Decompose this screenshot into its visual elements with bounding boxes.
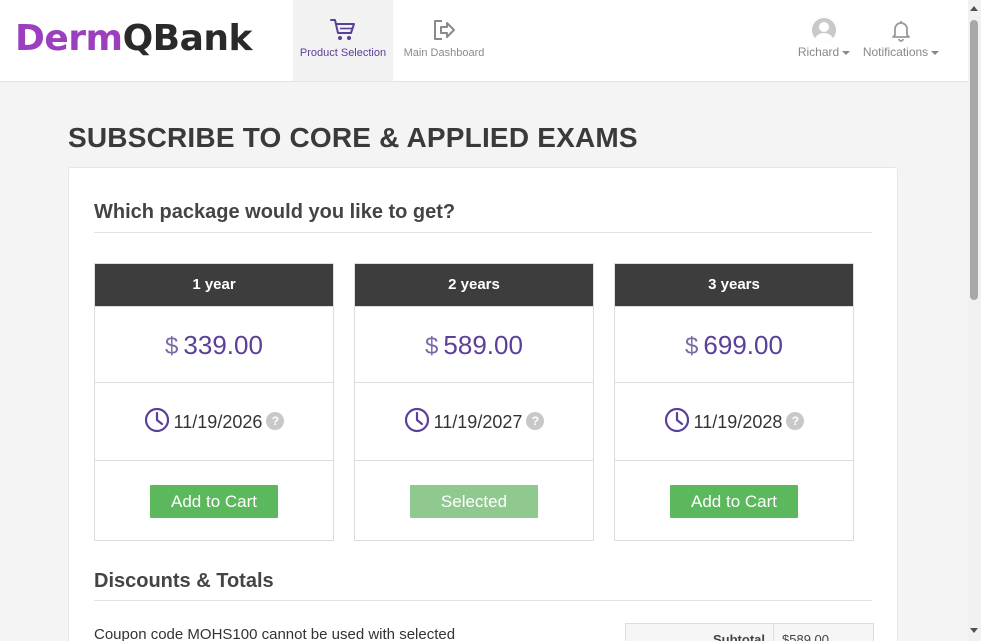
package-duration: 2 years <box>355 264 593 306</box>
coupon-message: Coupon code MOHS100 cannot be used with … <box>94 626 456 641</box>
package-action: Selected <box>355 460 593 540</box>
help-icon[interactable]: ? <box>266 412 285 431</box>
package-expiry: 11/19/2028? <box>615 382 853 460</box>
price-value: 589.00 <box>443 330 523 360</box>
clock-icon <box>404 408 429 433</box>
page-title: SUBSCRIBE TO CORE & APPLIED EXAMS <box>68 122 638 153</box>
logo-text-qbank: QBank <box>122 18 253 59</box>
user-menu[interactable]: Richard <box>795 18 853 59</box>
clock-icon <box>144 408 169 433</box>
notifications-label: Notifications <box>862 45 929 59</box>
package-expiry: 11/19/2026? <box>95 382 333 460</box>
help-icon[interactable]: ? <box>526 412 545 431</box>
nav-main-dashboard-label: Main Dashboard <box>403 47 485 59</box>
expiry-date: 11/19/2026 <box>173 412 263 432</box>
subtotal-label: Subtotal <box>626 624 774 641</box>
clock-icon <box>664 408 689 433</box>
add-to-cart-button[interactable]: Add to Cart <box>670 485 798 518</box>
nav-product-selection[interactable]: Product Selection <box>293 0 393 81</box>
package-card-3-years: 3 years $699.00 11/19/2028? Add to Cart <box>614 263 854 541</box>
currency-symbol: $ <box>425 333 439 360</box>
cart-icon <box>330 19 355 40</box>
subtotal-value: $589.00 <box>782 632 829 641</box>
add-to-cart-button[interactable]: Add to Cart <box>150 485 278 518</box>
help-icon[interactable]: ? <box>786 412 805 431</box>
divider <box>94 232 872 233</box>
top-header: DermQBank Product Selection Main Dashboa… <box>0 0 968 82</box>
chevron-down-icon <box>842 50 851 55</box>
package-action: Add to Cart <box>95 460 333 540</box>
package-duration: 3 years <box>615 264 853 306</box>
scrollbar-thumb[interactable] <box>970 20 978 300</box>
nav-product-selection-label: Product Selection <box>299 47 387 59</box>
totals-table: Subtotal $589.00 <box>625 623 874 641</box>
bell-icon <box>892 21 910 42</box>
package-price: $589.00 <box>355 306 593 382</box>
nav-main-dashboard[interactable]: Main Dashboard <box>396 0 492 81</box>
divider <box>94 600 872 601</box>
package-card-1-year: 1 year $339.00 11/19/2026? Add to Cart <box>94 263 334 541</box>
currency-symbol: $ <box>685 333 699 360</box>
subscription-panel: Which package would you like to get? 1 y… <box>68 167 898 641</box>
scroll-up-arrow-icon[interactable] <box>970 6 978 11</box>
package-card-2-years: 2 years $589.00 11/19/2027? Selected <box>354 263 594 541</box>
expiry-date: 11/19/2027 <box>433 412 523 432</box>
sign-out-icon <box>434 20 455 40</box>
package-expiry: 11/19/2027? <box>355 382 593 460</box>
scroll-down-arrow-icon[interactable] <box>970 628 978 633</box>
user-name: Richard <box>797 45 840 59</box>
avatar <box>812 18 836 42</box>
package-price: $699.00 <box>615 306 853 382</box>
logo-text-derm: Derm <box>15 18 123 59</box>
package-price: $339.00 <box>95 306 333 382</box>
price-value: 339.00 <box>183 330 263 360</box>
selected-button[interactable]: Selected <box>410 485 538 518</box>
package-duration: 1 year <box>95 264 333 306</box>
chevron-down-icon <box>931 50 940 55</box>
notifications-menu[interactable]: Notifications <box>858 18 944 59</box>
price-value: 699.00 <box>703 330 783 360</box>
package-action: Add to Cart <box>615 460 853 540</box>
page-scrollbar[interactable] <box>968 0 981 641</box>
currency-symbol: $ <box>165 333 179 360</box>
discounts-totals-heading: Discounts & Totals <box>94 570 274 592</box>
package-question-heading: Which package would you like to get? <box>94 201 456 223</box>
expiry-date: 11/19/2028 <box>693 412 783 432</box>
dermqbank-logo[interactable]: DermQBank <box>15 18 252 60</box>
